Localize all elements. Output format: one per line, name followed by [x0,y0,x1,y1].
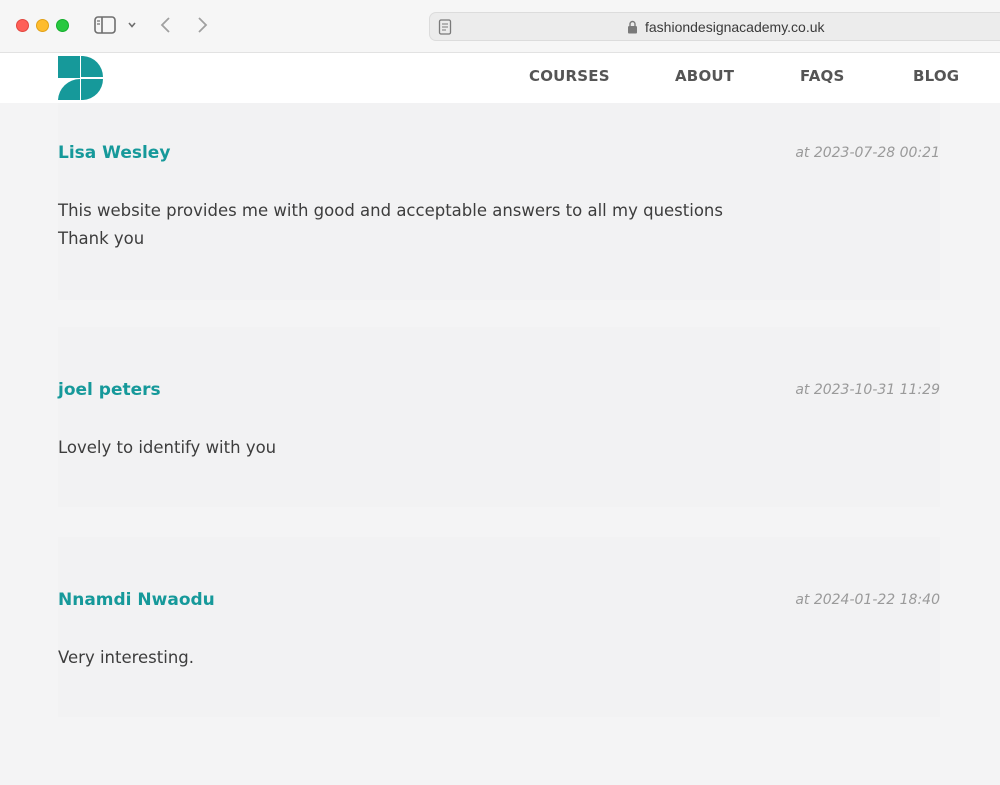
sidebar-toggle-icon[interactable] [94,16,116,34]
zoom-window-button[interactable] [56,19,69,32]
comment-text-line: Very interesting. [58,648,195,667]
nav-blog[interactable]: BLOG [913,67,959,85]
comment-text-line: Thank you [58,229,145,248]
back-arrow-icon[interactable] [158,15,174,35]
reader-view-icon[interactable] [438,19,452,35]
comment-timestamp: at 2023-10-31 11:29 [795,382,940,398]
nav-about[interactable]: ABOUT [675,67,734,85]
comment-card: Nnamdi Nwaodu at 2024-01-22 18:40 Very i… [58,537,940,717]
close-window-button[interactable] [16,19,29,32]
comment-author: Lisa Wesley [58,143,171,163]
minimize-window-button[interactable] [36,19,49,32]
comment-card: joel peters at 2023-10-31 11:29 Lovely t… [58,327,940,507]
nav-courses[interactable]: COURSES [529,67,610,85]
comment-card: Lisa Wesley at 2023-07-28 00:21 This web… [58,103,940,300]
comment-timestamp: at 2023-07-28 00:21 [795,145,940,161]
site-header: COURSES ABOUT FAQS BLOG [0,53,1000,103]
url-text: fashiondesignacademy.co.uk [645,19,825,35]
forward-arrow-icon[interactable] [194,15,210,35]
comment-timestamp: at 2024-01-22 18:40 [795,592,940,608]
nav-faqs[interactable]: FAQS [800,67,845,85]
comment-text-line: This website provides me with good and a… [58,201,723,220]
browser-toolbar: fashiondesignacademy.co.uk [0,0,1000,53]
chevron-down-icon[interactable] [126,19,138,31]
lock-icon [628,20,637,34]
comment-author: Nnamdi Nwaodu [58,590,215,610]
comment-text-line: Lovely to identify with you [58,438,277,457]
academy-logo-icon[interactable] [57,55,104,101]
comment-author: joel peters [58,380,161,400]
address-bar[interactable]: fashiondesignacademy.co.uk [429,12,1000,41]
